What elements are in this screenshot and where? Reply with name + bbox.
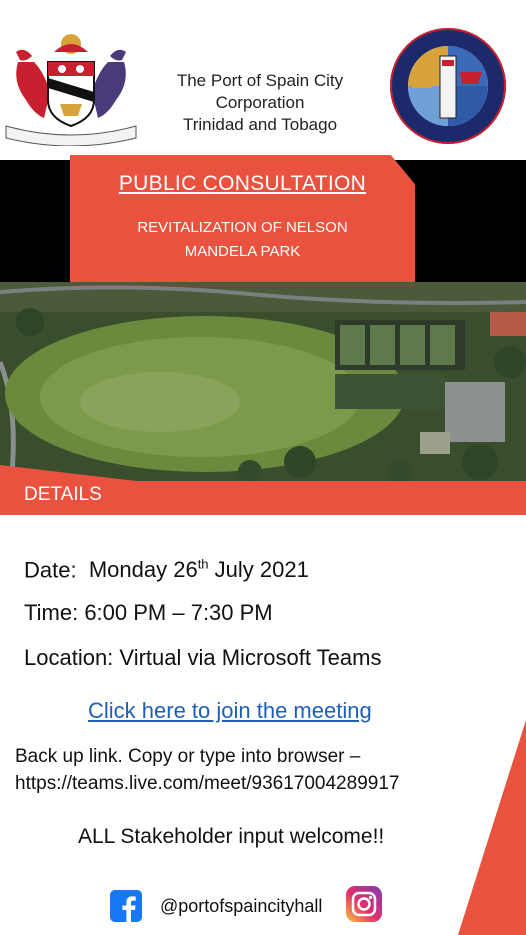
- consultation-subtitle: REVITALIZATION OF NELSON MANDELA PARK: [90, 216, 395, 264]
- org-line-3: Trinidad and Tobago: [182, 115, 338, 134]
- time-value: 6:00 PM – 7:30 PM: [84, 600, 273, 625]
- backup-url[interactable]: https://teams.live.com/meet/936170042899…: [15, 770, 485, 797]
- instagram-icon[interactable]: [346, 886, 382, 922]
- details-heading: DETAILS: [24, 484, 102, 505]
- coat-of-arms-icon: [5, 34, 137, 146]
- subtitle-line-1: REVITALIZATION OF NELSON: [137, 219, 348, 236]
- date-ordinal: th: [197, 557, 209, 572]
- date-label: Date:: [24, 557, 77, 583]
- header: The Port of Spain City Corporation Trini…: [0, 0, 526, 160]
- date-value: Monday 26th July 2021: [89, 557, 309, 582]
- backup-instruction: Back up link. Copy or type into browser …: [15, 746, 361, 767]
- aerial-park-image: [0, 282, 526, 492]
- date-month-year: July 2021: [208, 557, 309, 583]
- org-line-1: The Port of Spain City: [176, 71, 344, 90]
- location-label: Location:: [24, 645, 114, 670]
- org-line-2: Corporation: [215, 93, 305, 112]
- time-label: Time:: [24, 600, 79, 625]
- flyer: The Port of Spain City Corporation Trini…: [0, 0, 526, 935]
- subtitle-line-2: MANDELA PARK: [184, 243, 301, 260]
- facebook-icon[interactable]: [110, 890, 142, 922]
- consultation-title: PUBLIC CONSULTATION: [118, 172, 367, 195]
- backup-link-text: Back up link. Copy or type into browser …: [15, 743, 485, 797]
- city-seal-icon: [390, 28, 506, 144]
- date-day: Monday 26: [88, 557, 198, 583]
- social-handle: @portofspaincityhall: [160, 896, 323, 916]
- organization-name: The Port of Spain City Corporation Trini…: [150, 70, 370, 136]
- date-line: Date: Monday 26th July 2021: [24, 557, 309, 583]
- welcome-message: ALL Stakeholder input welcome!!: [78, 825, 385, 848]
- time-line: Time: 6:00 PM – 7:30 PM: [24, 600, 273, 626]
- location-line: Location: Virtual via Microsoft Teams: [24, 645, 381, 671]
- join-meeting-link[interactable]: Click here to join the meeting: [88, 698, 372, 724]
- location-value: Virtual via Microsoft Teams: [119, 645, 382, 670]
